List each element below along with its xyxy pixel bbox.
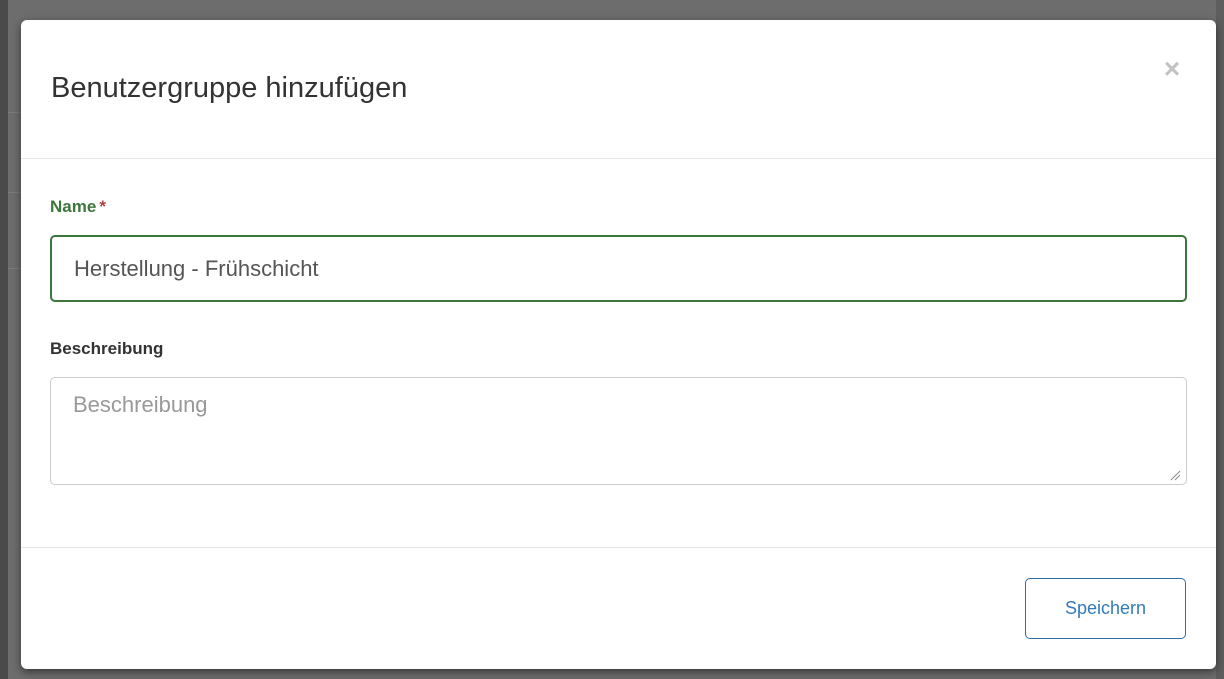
dialog-title: Benutzergruppe hinzufügen (51, 72, 408, 104)
name-label-text: Name (50, 197, 97, 216)
dialog-footer: Speichern (21, 547, 1216, 669)
name-label: Name * (50, 197, 106, 217)
save-button[interactable]: Speichern (1025, 578, 1186, 639)
dialog-header: Benutzergruppe hinzufügen × (21, 20, 1216, 159)
resize-grip-icon[interactable] (1169, 469, 1181, 481)
add-user-group-dialog: Benutzergruppe hinzufügen × Name* Beschr… (21, 20, 1216, 669)
background-right-edge (1216, 0, 1224, 679)
dialog-body: Name* Beschreibung (21, 159, 1216, 547)
close-icon[interactable]: × (1157, 54, 1187, 84)
description-textarea[interactable] (50, 377, 1187, 485)
description-label: Beschreibung (50, 339, 164, 358)
required-marker: * (99, 197, 106, 216)
background-left-edge (0, 0, 8, 679)
name-input[interactable] (50, 235, 1187, 302)
